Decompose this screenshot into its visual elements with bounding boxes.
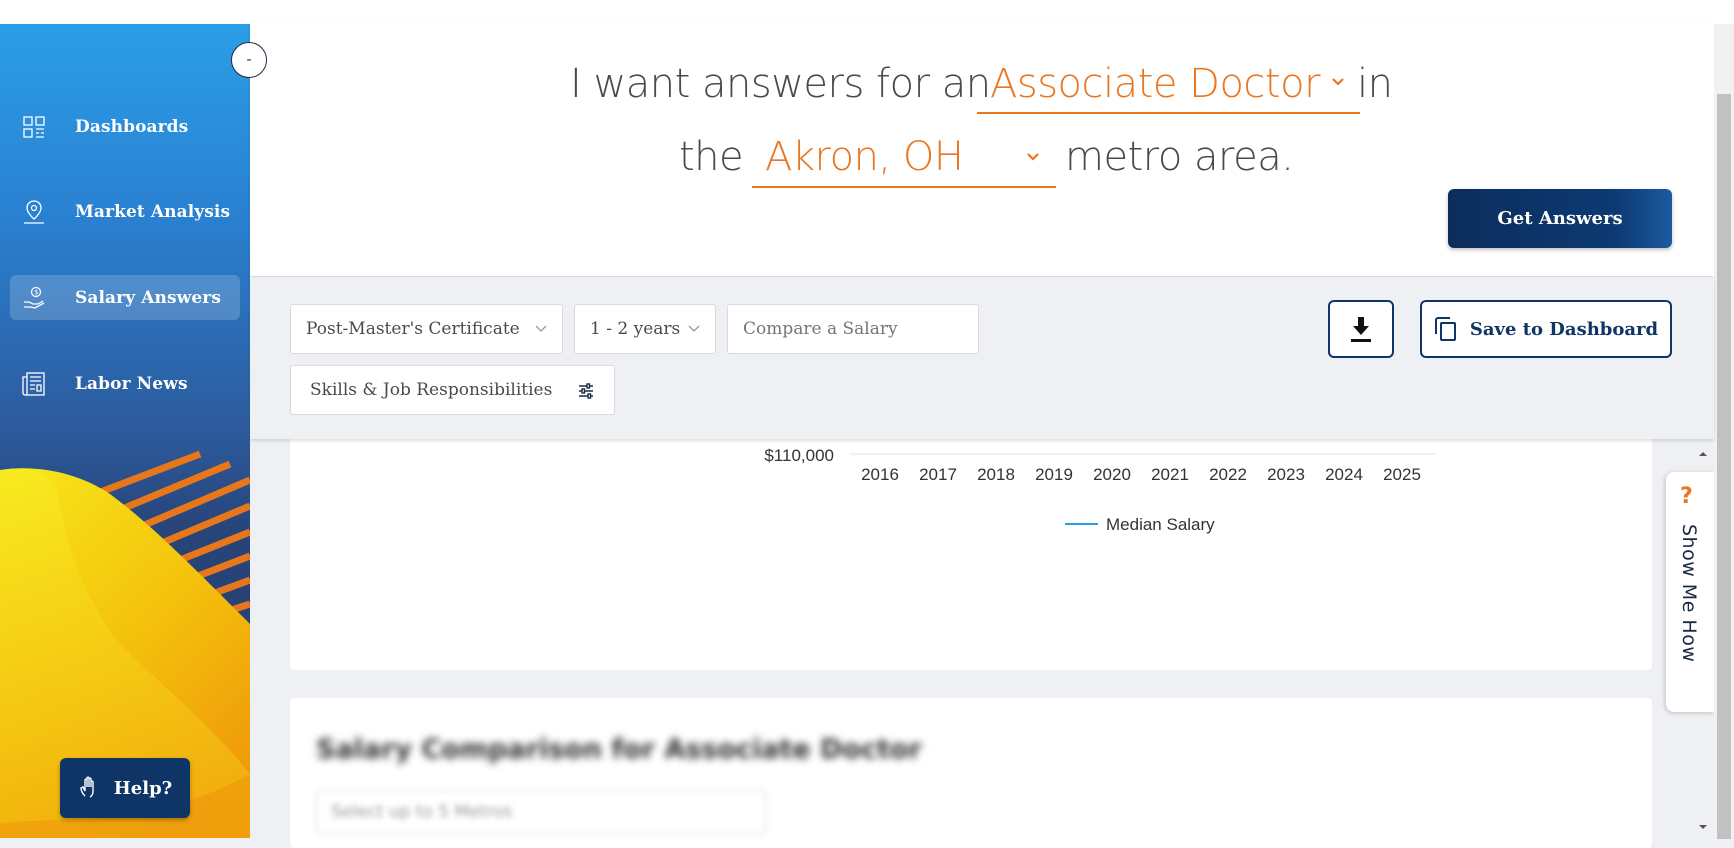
chevron-down-icon — [535, 325, 547, 332]
experience-select[interactable]: 1 - 2 years — [574, 304, 716, 354]
salary-trend-chart: $110,000 2016 2017 2018 2019 2020 2021 2022 202… — [764, 446, 1435, 534]
get-answers-label: Get Answers — [1497, 208, 1623, 229]
education-select[interactable]: Post-Master's Certificate — [290, 304, 563, 354]
show-me-how-label: Show Me How — [1678, 524, 1700, 663]
x-tick-label: 2019 — [1035, 465, 1073, 484]
skills-filter-button[interactable]: Skills & Job Responsibilities — [290, 365, 615, 415]
help-label: Help? — [113, 777, 173, 799]
sentence-in: in — [1357, 61, 1393, 107]
save-to-dashboard-button[interactable]: Save to Dashboard — [1420, 300, 1672, 358]
sentence-the: the — [679, 134, 744, 180]
save-label: Save to Dashboard — [1469, 318, 1659, 340]
inner-scroll-down-arrow[interactable] — [1697, 818, 1709, 830]
map-pin-icon — [20, 198, 48, 226]
x-axis-ticks: 2016 2017 2018 2019 2020 2021 2022 2023 2024 2025 — [861, 465, 1421, 484]
legend-label[interactable]: Median Salary — [1106, 515, 1215, 534]
location-underline — [752, 186, 1056, 188]
sentence-line-1: I want answers for an — [570, 61, 991, 107]
chart-legend: Median Salary — [1065, 515, 1215, 534]
sidebar-item-label: Labor News — [75, 373, 188, 394]
x-tick-label: 2017 — [919, 465, 957, 484]
scrollbar-thumb[interactable] — [1717, 94, 1731, 839]
x-tick-label: 2024 — [1325, 465, 1363, 484]
section-title: Salary Comparison for Associate Doctor — [316, 734, 922, 765]
compare-salary-input[interactable] — [727, 304, 979, 354]
location-value: Akron, OH — [765, 134, 964, 180]
x-tick-label: 2016 — [861, 465, 899, 484]
sidebar-item-dashboards[interactable]: Dashboards — [10, 104, 240, 149]
hand-icon — [78, 776, 102, 800]
y-tick-label: $110,000 — [764, 446, 834, 465]
chevron-down-icon[interactable] — [1025, 151, 1041, 163]
chevron-down-icon — [688, 325, 700, 332]
sentence-suffix-text: metro area. — [1065, 134, 1294, 180]
sidebar-item-labor-news[interactable]: Labor News — [10, 361, 240, 406]
top-bar — [0, 0, 1734, 25]
x-tick-label: 2022 — [1209, 465, 1247, 484]
x-tick-label: 2021 — [1151, 465, 1189, 484]
skills-label: Skills & Job Responsibilities — [310, 380, 553, 400]
sliders-icon — [579, 383, 593, 399]
sidebar-item-label: Salary Answers — [75, 287, 222, 308]
sentence-the-text: the — [679, 134, 744, 180]
show-me-how-tab[interactable]: ? Show Me How — [1666, 472, 1714, 712]
sidebar-item-market-analysis[interactable]: Market Analysis — [10, 189, 240, 234]
occupation-value: Associate Doctor — [990, 61, 1321, 107]
occupation-select[interactable]: Associate Doctor — [990, 61, 1321, 107]
metro-select-placeholder: Select up to 5 Metros — [331, 802, 513, 822]
sidebar-item-label: Market Analysis — [75, 201, 231, 222]
sentence-suffix: metro area. — [1065, 134, 1294, 180]
sentence-in-text: in — [1357, 61, 1393, 107]
question-icon: ? — [1680, 484, 1693, 509]
salary-comparison-card: Salary Comparison for Associate Doctor S… — [290, 698, 1652, 848]
chevron-down-icon[interactable] — [1330, 76, 1346, 88]
metro-select[interactable]: Select up to 5 Metros — [316, 790, 766, 834]
get-answers-button[interactable]: Get Answers — [1448, 189, 1672, 248]
help-button[interactable]: Help? — [60, 758, 190, 818]
newspaper-icon — [20, 370, 48, 398]
x-tick-label: 2020 — [1093, 465, 1131, 484]
x-tick-label: 2018 — [977, 465, 1015, 484]
download-icon — [1351, 317, 1371, 342]
sidebar-item-salary-answers[interactable]: $ Salary Answers — [10, 275, 240, 320]
sentence-prefix: I want answers for an — [570, 61, 991, 107]
location-select[interactable]: Akron, OH — [765, 134, 964, 180]
dashboard-grid-icon — [20, 113, 48, 141]
sidebar: Dashboards Market Analysis $ Salary Answ… — [0, 24, 250, 838]
inner-scroll-up-arrow[interactable] — [1697, 445, 1709, 457]
salary-trend-card: $110,000 2016 2017 2018 2019 2020 2021 2022 202… — [290, 400, 1652, 670]
sidebar-collapse-button[interactable]: - — [231, 42, 267, 78]
experience-value: 1 - 2 years — [590, 319, 681, 339]
x-tick-label: 2025 — [1383, 465, 1421, 484]
svg-text:$: $ — [34, 288, 38, 296]
x-tick-label: 2023 — [1267, 465, 1305, 484]
education-value: Post-Master's Certificate — [306, 319, 520, 339]
download-button[interactable] — [1328, 300, 1394, 358]
salary-hand-icon: $ — [20, 284, 48, 312]
sidebar-item-label: Dashboards — [75, 116, 189, 137]
occupation-underline — [977, 112, 1360, 114]
collapse-label: - — [246, 52, 252, 68]
page-scrollbar[interactable] — [1714, 24, 1734, 839]
copy-icon — [1434, 316, 1458, 342]
